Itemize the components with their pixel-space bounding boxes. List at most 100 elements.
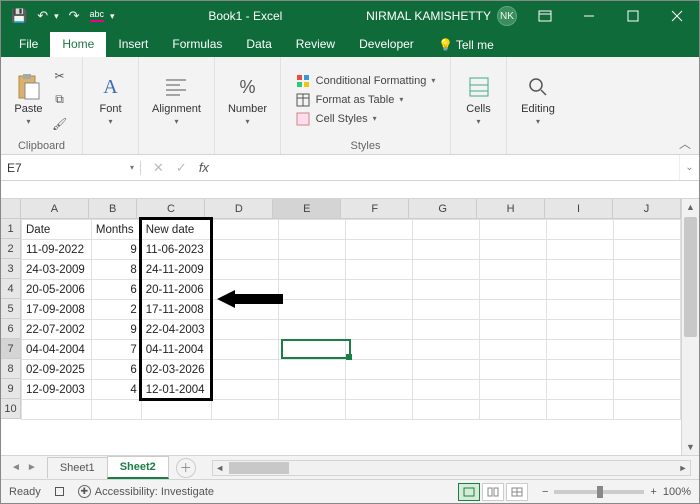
table-row[interactable]: 24-03-2009824-11-2009 [22, 260, 681, 280]
format-as-table-button[interactable]: Format as Table ▾ [296, 92, 436, 107]
cell[interactable]: 4 [91, 380, 141, 400]
cell[interactable]: 11-06-2023 [141, 240, 211, 260]
paste-button[interactable]: Paste ▾ [14, 73, 42, 126]
row-header[interactable]: 8 [1, 359, 20, 379]
cell[interactable]: 24-03-2009 [22, 260, 92, 280]
cell[interactable]: 12-09-2003 [22, 380, 92, 400]
cell[interactable]: 04-04-2004 [22, 340, 92, 360]
minimize-button[interactable] [567, 1, 611, 31]
row-header[interactable]: 1 [1, 219, 20, 239]
ribbon-options-icon[interactable] [523, 1, 567, 31]
cell[interactable]: 02-09-2025 [22, 360, 92, 380]
tab-developer[interactable]: Developer [347, 32, 426, 57]
tab-insert[interactable]: Insert [106, 32, 160, 57]
col-header[interactable]: I [545, 199, 613, 218]
user-avatar[interactable]: NK [497, 6, 517, 26]
col-header[interactable]: D [205, 199, 273, 218]
scroll-thumb[interactable] [229, 462, 289, 474]
table-row[interactable]: 11-09-2022911-06-2023 [22, 240, 681, 260]
cell[interactable]: 20-11-2006 [141, 280, 211, 300]
row-header[interactable]: 9 [1, 379, 20, 399]
editing-button[interactable]: Editing ▾ [521, 73, 555, 126]
tell-me[interactable]: 💡 Tell me [430, 33, 504, 57]
qat-customize-icon[interactable]: ▾ [110, 11, 115, 22]
sheet-nav-next-icon[interactable]: ► [27, 462, 37, 473]
col-header[interactable]: C [137, 199, 205, 218]
expand-formula-bar-icon[interactable]: ⌄ [679, 155, 699, 180]
tab-formulas[interactable]: Formulas [160, 32, 234, 57]
cell[interactable]: 12-01-2004 [141, 380, 211, 400]
row-header[interactable]: 10 [1, 399, 20, 419]
cell[interactable]: 22-07-2002 [22, 320, 92, 340]
horizontal-scrollbar[interactable]: ◄ ► [212, 460, 691, 476]
scroll-down-icon[interactable]: ▼ [682, 439, 699, 455]
cell[interactable]: Date [22, 220, 92, 240]
cell[interactable]: 6 [91, 360, 141, 380]
redo-icon[interactable]: ↷ [69, 8, 80, 24]
cell[interactable]: 17-09-2008 [22, 300, 92, 320]
worksheet-grid[interactable]: 1 2 3 4 5 6 7 8 9 10 A B C D E F G H I J… [1, 199, 699, 455]
sheet-tab-sheet2[interactable]: Sheet2 [107, 456, 169, 479]
col-header[interactable]: J [613, 199, 681, 218]
row-header[interactable]: 4 [1, 279, 20, 299]
format-painter-icon[interactable]: 🖌 [51, 115, 69, 133]
col-header[interactable]: A [21, 199, 89, 218]
scroll-up-icon[interactable]: ▲ [682, 199, 699, 215]
table-row[interactable]: 22-07-2002922-04-2003 [22, 320, 681, 340]
alignment-button[interactable]: Alignment ▾ [152, 73, 201, 126]
row-headers[interactable]: 1 2 3 4 5 6 7 8 9 10 [1, 219, 21, 419]
cell[interactable]: Months [91, 220, 141, 240]
cell-styles-button[interactable]: Cell Styles ▾ [296, 111, 436, 126]
insert-function-icon[interactable]: fx [199, 160, 209, 175]
enter-formula-icon[interactable]: ✓ [176, 160, 187, 176]
cut-icon[interactable]: ✂ [51, 67, 69, 85]
collapse-ribbon-icon[interactable]: ︿ [679, 135, 691, 152]
undo-dropdown-icon[interactable]: ▾ [54, 11, 59, 22]
zoom-out-icon[interactable]: − [542, 486, 548, 498]
tab-file[interactable]: File [7, 32, 50, 57]
cell[interactable]: 17-11-2008 [141, 300, 211, 320]
account-area[interactable]: NIRMAL KAMISHETTY NK [366, 6, 523, 26]
scroll-thumb[interactable] [684, 217, 697, 337]
scroll-right-icon[interactable]: ► [676, 461, 690, 475]
col-header[interactable]: H [477, 199, 545, 218]
table-row[interactable] [22, 400, 681, 420]
cell[interactable]: 02-03-2026 [141, 360, 211, 380]
cell[interactable]: 24-11-2009 [141, 260, 211, 280]
column-headers[interactable]: A B C D E F G H I J [21, 199, 681, 219]
cell[interactable]: 04-11-2004 [141, 340, 211, 360]
zoom-slider-knob[interactable] [597, 486, 603, 498]
col-header[interactable]: G [409, 199, 477, 218]
name-box[interactable]: E7 ▾ [1, 161, 141, 175]
scroll-left-icon[interactable]: ◄ [213, 461, 227, 475]
macro-record-button[interactable] [55, 487, 64, 496]
accessibility-status[interactable]: ✚ Accessibility: Investigate [78, 485, 214, 498]
cell[interactable]: 20-05-2006 [22, 280, 92, 300]
maximize-button[interactable] [611, 1, 655, 31]
row-header[interactable]: 6 [1, 319, 20, 339]
table-row[interactable]: Date Months New date [22, 220, 681, 240]
save-icon[interactable]: 💾 [11, 8, 27, 24]
cells[interactable]: Date Months New date 11-09-2022911-06-20… [21, 219, 681, 420]
table-row[interactable]: 17-09-2008217-11-2008 [22, 300, 681, 320]
cell[interactable]: 6 [91, 280, 141, 300]
cell[interactable]: 8 [91, 260, 141, 280]
zoom-control[interactable]: − + 100% [542, 486, 691, 498]
page-layout-view-button[interactable] [482, 483, 504, 501]
name-box-dropdown-icon[interactable]: ▾ [130, 163, 134, 172]
col-header[interactable]: E [273, 199, 341, 218]
font-button[interactable]: A Font ▾ [97, 73, 125, 126]
cell[interactable]: 9 [91, 320, 141, 340]
cell[interactable]: New date [141, 220, 211, 240]
col-header[interactable]: F [341, 199, 409, 218]
col-header[interactable]: B [89, 199, 138, 218]
cell[interactable]: 7 [91, 340, 141, 360]
zoom-in-icon[interactable]: + [650, 486, 656, 498]
cell[interactable]: 22-04-2003 [141, 320, 211, 340]
spellcheck-icon[interactable]: abc [90, 10, 105, 22]
tab-review[interactable]: Review [284, 32, 347, 57]
tab-data[interactable]: Data [234, 32, 283, 57]
conditional-formatting-button[interactable]: Conditional Formatting ▾ [296, 73, 436, 88]
table-row[interactable]: 04-04-2004704-11-2004 [22, 340, 681, 360]
new-sheet-button[interactable]: ＋ [176, 458, 196, 478]
